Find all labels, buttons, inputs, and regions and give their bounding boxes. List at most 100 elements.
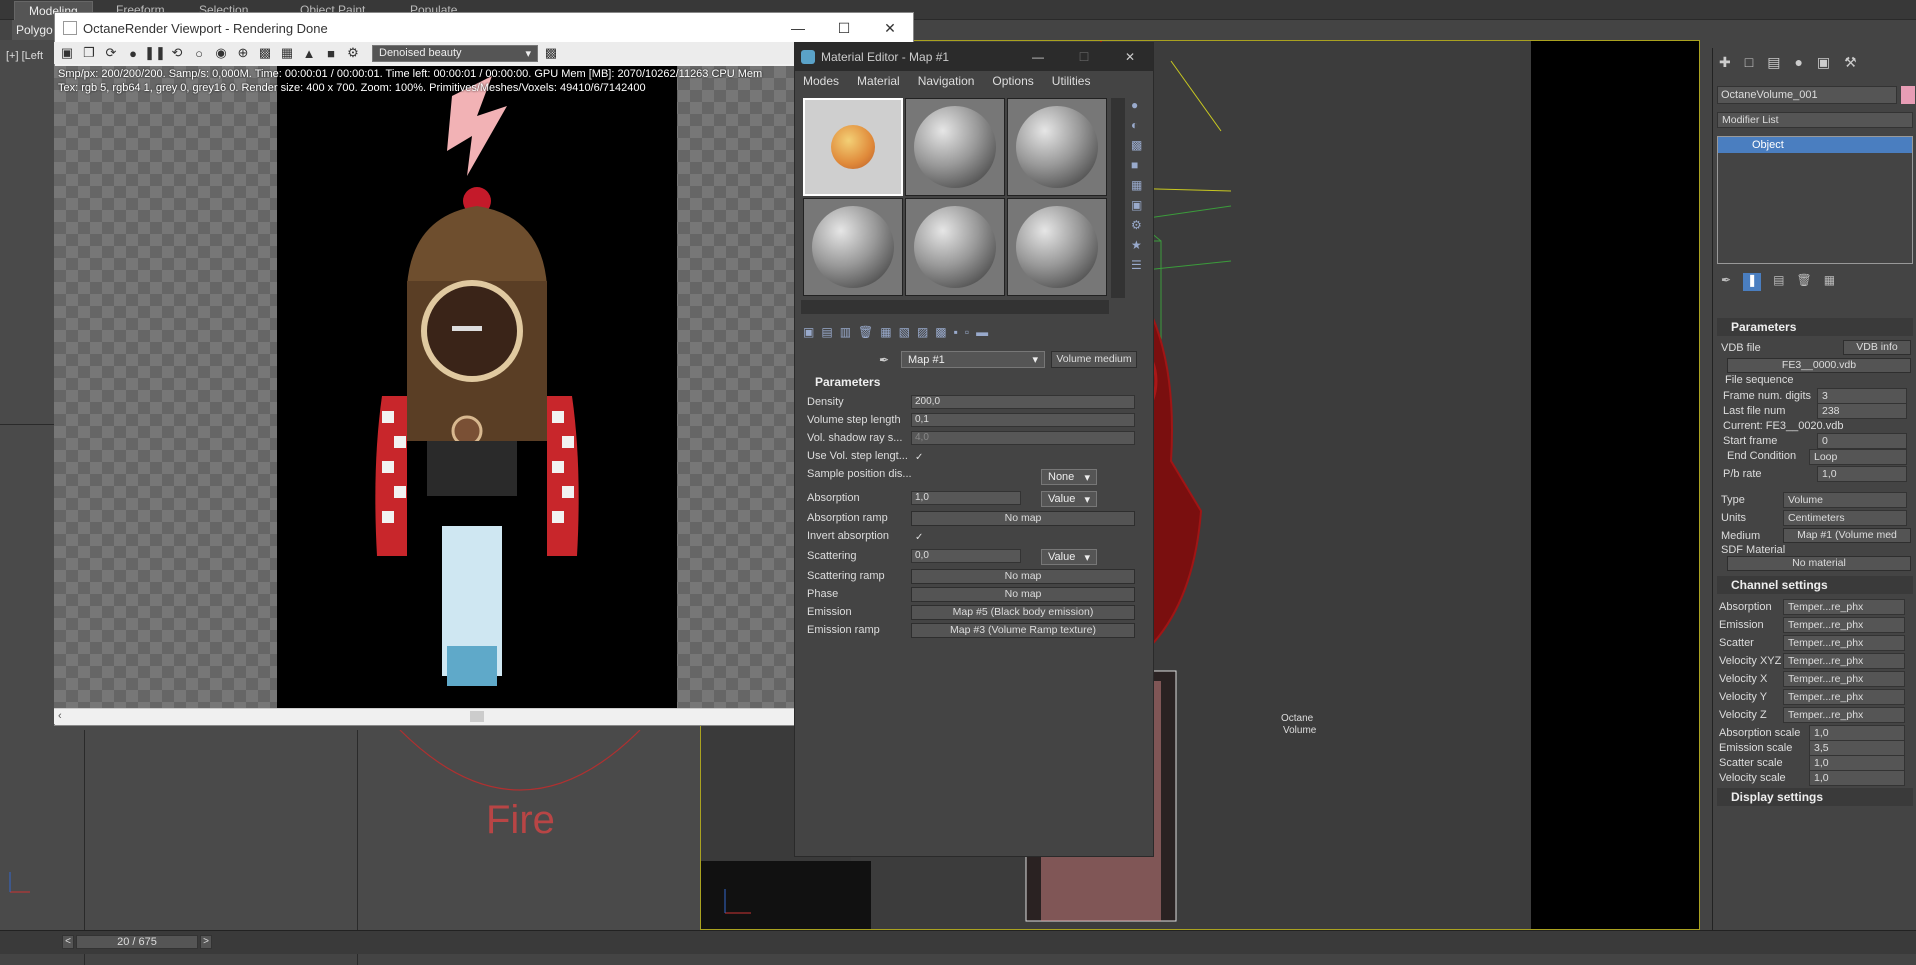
use-step-checkbox[interactable]: ✓ [915,453,925,463]
frame-digits-spinner[interactable]: 3 [1817,388,1907,404]
camera-icon[interactable]: ■ [322,44,340,62]
map-type-button[interactable]: Volume medium [1051,351,1137,368]
pause-icon[interactable]: ❚❚ [144,44,166,62]
eyedropper-icon[interactable]: ✒ [879,353,889,367]
channel-dropdown-velocity-z[interactable]: Temper...re_phx [1783,707,1905,723]
type-dropdown[interactable]: Volume [1783,492,1907,508]
octane-title-bar[interactable]: OctaneRender Viewport - Rendering Done —… [55,13,913,43]
configure-sets-icon[interactable]: ▦ [1824,273,1835,291]
absorption-scale-spinner[interactable]: 1,0 [1809,725,1905,741]
scatter-scale-spinner[interactable]: 1,0 [1809,755,1905,771]
create-tab-icon[interactable]: ✚ [1719,54,1731,74]
show-map-icon[interactable]: ▩ [935,325,946,343]
make-unique-icon[interactable]: ▦ [880,325,891,343]
emission-ramp-button[interactable]: Map #3 (Volume Ramp texture) [911,623,1135,638]
material-slot-2[interactable] [905,98,1005,196]
menu-material[interactable]: Material [857,74,900,88]
vdb-info-button[interactable]: VDB info [1843,340,1911,355]
make-unique-icon[interactable]: ▤ [1773,273,1784,291]
uv-tiling-icon[interactable]: ■ [1131,158,1151,172]
material-editor-title-bar[interactable]: Material Editor - Map #1 — ☐ ✕ [795,43,1153,71]
last-file-spinner[interactable]: 238 [1817,403,1907,419]
assign-to-selection-icon[interactable]: ▥ [840,325,851,343]
fit-view-icon[interactable]: ▩ [542,44,560,62]
units-dropdown[interactable]: Centimeters [1783,510,1907,526]
backlight-icon[interactable]: ◐ [1131,118,1151,132]
menu-options[interactable]: Options [992,74,1033,88]
sdf-material-button[interactable]: No material [1727,556,1911,571]
refresh-icon[interactable]: ⟳ [102,44,120,62]
menu-navigation[interactable]: Navigation [918,74,975,88]
scroll-thumb[interactable] [470,711,484,722]
video-check-icon[interactable]: ▦ [1131,178,1151,192]
close-icon[interactable]: ✕ [867,20,913,37]
settings-gear-icon[interactable]: ⚙ [344,44,362,62]
horizontal-scrollbar[interactable]: ‹ [54,708,794,724]
show-end-result-icon[interactable]: ❚ [1743,273,1762,291]
sample-type-icon[interactable]: ● [1131,98,1151,112]
absorption-spinner[interactable]: 1,0 [911,491,1021,505]
viewport-label[interactable]: [+] [Left [6,50,43,62]
channel-dropdown-emission[interactable]: Temper...re_phx [1783,617,1905,633]
end-condition-dropdown[interactable]: Loop [1809,449,1907,465]
volume-step-spinner[interactable]: 0,1 [911,413,1135,427]
hierarchy-tab-icon[interactable]: ▤ [1767,54,1780,74]
vdb-file-button[interactable]: FE3__0000.vdb [1727,358,1911,373]
minimize-icon[interactable]: — [1015,50,1061,64]
map-name-dropdown[interactable]: Map #1 ▾ [901,351,1045,368]
put-to-scene-icon[interactable]: ▤ [821,325,832,343]
pb-rate-spinner[interactable]: 1,0 [1817,466,1907,482]
lock-icon[interactable]: ● [124,44,142,62]
parameters-rollout-header[interactable]: Parameters [799,373,1149,391]
channel-dropdown-velocity-y[interactable]: Temper...re_phx [1783,689,1905,705]
go-to-parent-icon[interactable]: ▫ [965,325,969,343]
render-pass-dropdown[interactable]: Denoised beauty ▾ [372,44,538,62]
maximize-icon[interactable]: ☐ [821,20,867,37]
time-next-button[interactable]: > [200,935,212,949]
select-by-material-icon[interactable]: ★ [1131,238,1151,252]
scattering-ramp-button[interactable]: No map [911,569,1135,584]
options-icon[interactable]: ⚙ [1131,218,1151,232]
reset-map-icon[interactable]: 🗑 [858,325,873,343]
parameters-rollout[interactable]: Parameters [1717,318,1913,336]
scattering-mode-dropdown[interactable]: Value ▾ [1041,549,1097,565]
material-id-icon[interactable]: ▨ [917,325,928,343]
close-icon[interactable]: ✕ [1107,50,1153,64]
modify-tab-icon[interactable]: □ [1745,54,1753,74]
material-slot-3[interactable] [1007,98,1107,196]
preview-icon[interactable]: ▣ [1131,198,1151,212]
go-forward-icon[interactable]: ▬ [976,325,988,343]
emission-scale-spinner[interactable]: 3,5 [1809,740,1905,756]
focus-icon[interactable]: ○ [190,44,208,62]
slots-horizontal-scrollbar[interactable] [801,300,1109,314]
color-picker-icon[interactable]: ◉ [212,44,230,62]
channel-dropdown-scatter[interactable]: Temper...re_phx [1783,635,1905,651]
restart-icon[interactable]: ⟲ [168,44,186,62]
channel-dropdown-absorption[interactable]: Temper...re_phx [1783,599,1905,615]
show-end-result-icon[interactable]: ▪ [954,325,958,343]
material-slot-5[interactable] [905,198,1005,296]
channel-dropdown-velocity-xyz[interactable]: Temper...re_phx [1783,653,1905,669]
background-icon[interactable]: ▩ [1131,138,1151,152]
save-render-icon[interactable]: ▣ [58,44,76,62]
sample-position-dropdown[interactable]: None ▾ [1041,469,1097,485]
material-slot-6[interactable] [1007,198,1107,296]
modifier-list-dropdown[interactable]: Modifier List [1717,112,1913,128]
slots-vertical-scrollbar[interactable] [1111,98,1125,298]
object-name-field[interactable]: OctaneVolume_001 [1717,86,1897,104]
time-prev-button[interactable]: < [62,935,74,949]
scattering-spinner[interactable]: 0,0 [911,549,1021,563]
density-spinner[interactable]: 200,0 [911,395,1135,409]
shadow-ray-spinner[interactable]: 4,0 [911,431,1135,445]
menu-utilities[interactable]: Utilities [1052,74,1091,88]
region-icon[interactable]: ▩ [256,44,274,62]
pin-stack-icon[interactable]: ✒ [1721,273,1731,291]
copy-icon[interactable]: ❐ [80,44,98,62]
display-tab-icon[interactable]: ▣ [1817,54,1830,74]
medium-button[interactable]: Map #1 (Volume med [1783,528,1911,543]
material-slot-4[interactable] [803,198,903,296]
emission-button[interactable]: Map #5 (Black body emission) [911,605,1135,620]
get-material-icon[interactable]: ▣ [803,325,814,343]
channel-settings-rollout[interactable]: Channel settings [1717,576,1913,594]
maximize-icon[interactable]: ☐ [1061,50,1107,64]
